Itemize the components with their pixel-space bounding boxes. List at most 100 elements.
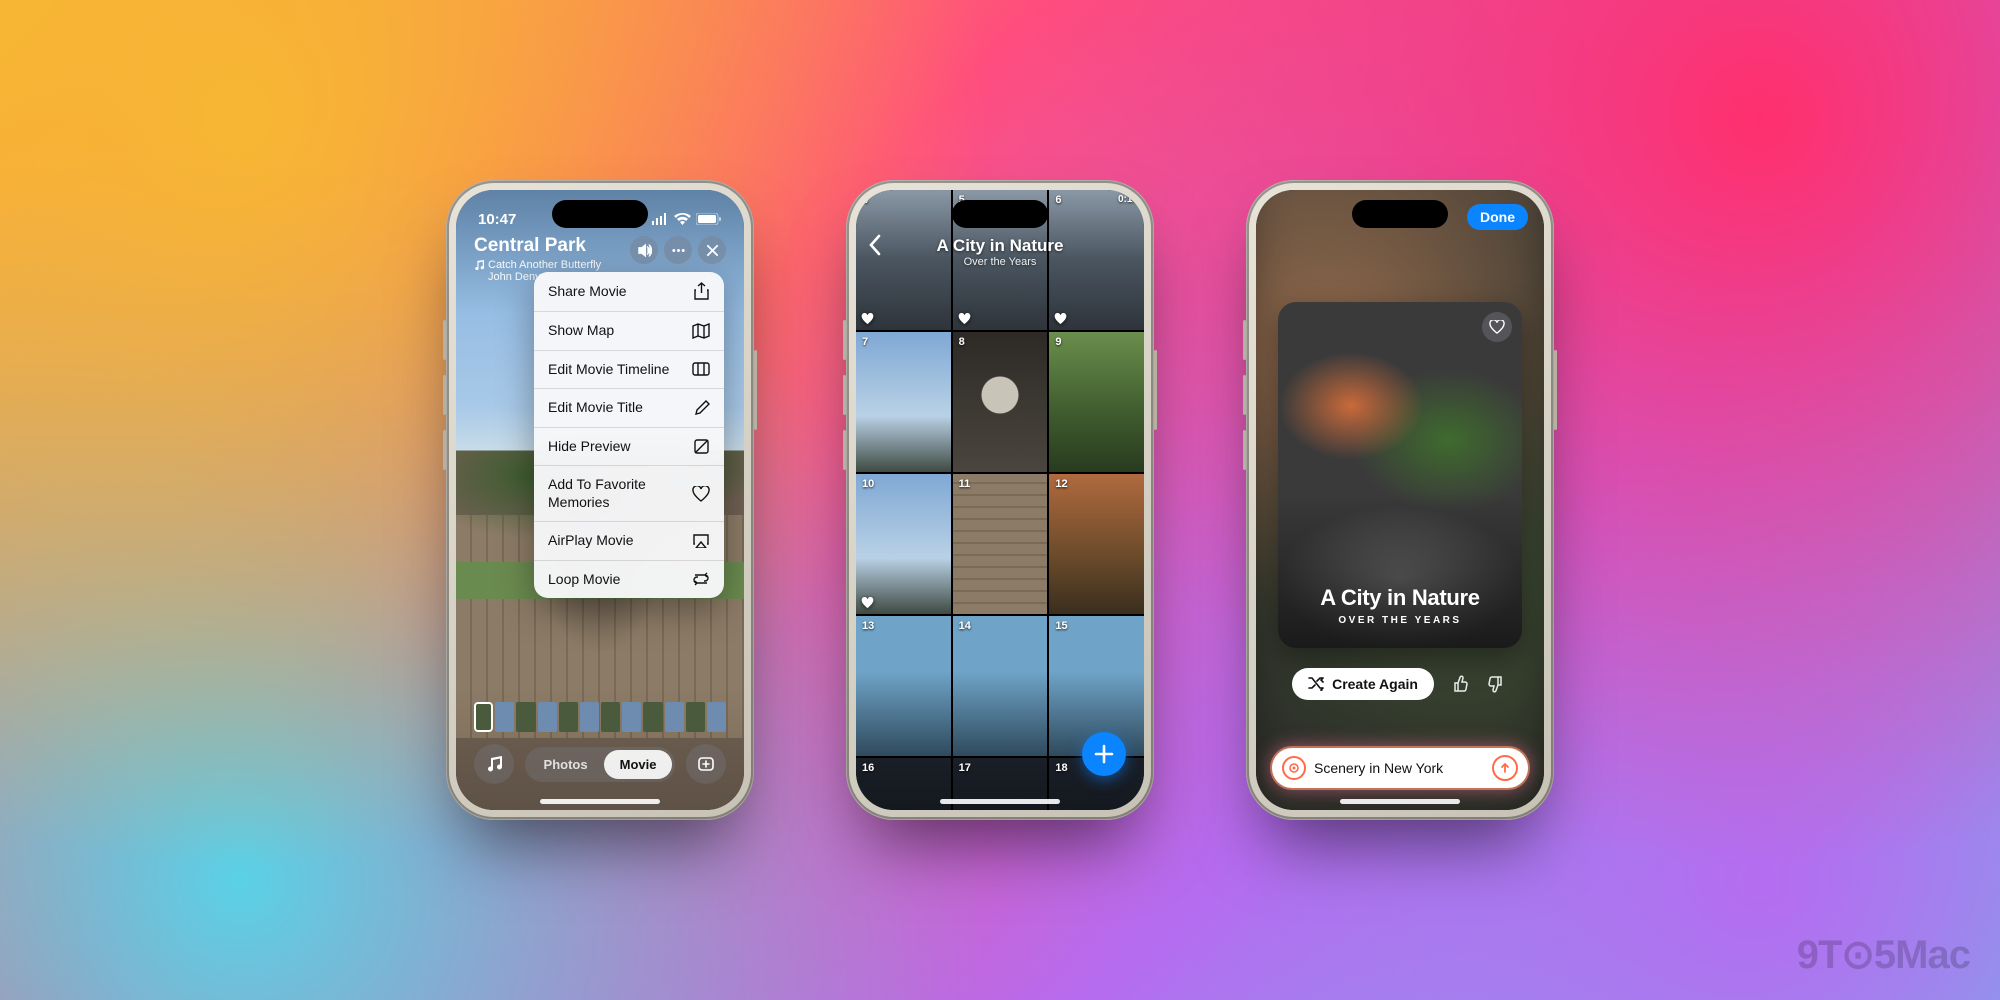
heart-icon: [1489, 320, 1505, 334]
menu-show-map[interactable]: Show Map: [534, 312, 724, 351]
favorite-button[interactable]: [1482, 312, 1512, 342]
phone-photo-grid: 4560:16789101112131415161718 A City in N…: [846, 180, 1154, 820]
photo-cell[interactable]: 14: [953, 616, 1048, 756]
mute-button[interactable]: [630, 236, 658, 264]
photo-cell[interactable]: 9: [1049, 332, 1144, 472]
map-icon: [692, 323, 710, 339]
photo-index: 7: [862, 336, 868, 348]
photo-cell[interactable]: 16: [856, 758, 951, 810]
music-note-icon: [474, 260, 484, 270]
photo-cell[interactable]: 11: [953, 474, 1048, 614]
menu-loop[interactable]: Loop Movie: [534, 561, 724, 599]
watermark: 9T⊙5Mac: [1797, 932, 1970, 978]
memory-timeline[interactable]: [474, 702, 726, 732]
menu-edit-title[interactable]: Edit Movie Title: [534, 389, 724, 428]
back-button[interactable]: [868, 234, 882, 256]
status-indicators: [651, 213, 722, 225]
shuffle-icon: [1308, 677, 1324, 691]
share-button[interactable]: [686, 744, 726, 784]
music-button[interactable]: [474, 744, 514, 784]
photo-index: 9: [1055, 336, 1061, 348]
thumbs-down-icon: [1486, 675, 1504, 693]
memory-card-title-block: A City in Nature OVER THE YEARS: [1278, 585, 1522, 626]
timeline-icon: [692, 362, 710, 376]
share-icon: [693, 282, 710, 301]
share-sheet-icon: [697, 756, 715, 772]
heart-filled-icon: [958, 313, 971, 325]
status-time: 10:47: [478, 211, 516, 228]
home-indicator[interactable]: [540, 799, 660, 804]
phone-memory-movie: 10:47 Central Park Catch Another Butterf…: [446, 180, 754, 820]
memory-card-subtitle: OVER THE YEARS: [1278, 615, 1522, 626]
photo-index: 12: [1055, 478, 1067, 490]
photo-cell[interactable]: 12: [1049, 474, 1144, 614]
memory-preview-card[interactable]: A City in Nature OVER THE YEARS: [1278, 302, 1522, 648]
photo-index: 6: [1055, 194, 1061, 206]
home-indicator[interactable]: [1340, 799, 1460, 804]
thumbs-up-button[interactable]: [1448, 671, 1474, 697]
photo-cell[interactable]: 7: [856, 332, 951, 472]
screen: 10:47 Central Park Catch Another Butterf…: [456, 190, 744, 810]
hide-icon: [693, 438, 710, 455]
timeline-thumb[interactable]: [601, 702, 620, 732]
memory-title: Central Park: [474, 236, 630, 257]
arrow-up-icon: [1499, 762, 1511, 774]
plus-icon: [1093, 743, 1115, 765]
photo-cell[interactable]: 10: [856, 474, 951, 614]
prompt-text[interactable]: Scenery in New York: [1314, 760, 1492, 776]
timeline-thumb[interactable]: [707, 702, 726, 732]
intelligence-icon: [1282, 756, 1306, 780]
photo-index: 17: [959, 762, 971, 774]
loop-icon: [692, 572, 710, 586]
prompt-input-bar[interactable]: Scenery in New York: [1272, 748, 1528, 788]
photo-index: 16: [862, 762, 874, 774]
airplay-icon: [692, 533, 710, 548]
create-again-button[interactable]: Create Again: [1292, 668, 1434, 700]
timeline-thumb[interactable]: [474, 702, 493, 732]
timeline-thumb[interactable]: [495, 702, 514, 732]
favorite-badge: [861, 597, 874, 609]
timeline-thumb[interactable]: [686, 702, 705, 732]
photo-index: 13: [862, 620, 874, 632]
timeline-thumb[interactable]: [643, 702, 662, 732]
favorite-badge: [1054, 313, 1067, 325]
screen: 4560:16789101112131415161718 A City in N…: [856, 190, 1144, 810]
add-photos-button[interactable]: [1082, 732, 1126, 776]
menu-share-movie[interactable]: Share Movie: [534, 272, 724, 312]
photo-grid[interactable]: 4560:16789101112131415161718: [856, 190, 1144, 810]
menu-add-favorite[interactable]: Add To Favorite Memories: [534, 466, 724, 522]
submit-button[interactable]: [1492, 755, 1518, 781]
photo-cell[interactable]: 8: [953, 332, 1048, 472]
photo-cell[interactable]: 4: [856, 190, 951, 330]
photo-index: 8: [959, 336, 965, 348]
thumbs-down-button[interactable]: [1482, 671, 1508, 697]
done-button[interactable]: Done: [1467, 204, 1528, 230]
segment-photos[interactable]: Photos: [528, 750, 604, 779]
timeline-thumb[interactable]: [665, 702, 684, 732]
menu-hide-preview[interactable]: Hide Preview: [534, 428, 724, 467]
more-button[interactable]: [664, 236, 692, 264]
heart-filled-icon: [1054, 313, 1067, 325]
photo-cell[interactable]: 13: [856, 616, 951, 756]
timeline-thumb[interactable]: [538, 702, 557, 732]
dynamic-island: [1352, 200, 1448, 228]
photo-index: 4: [862, 194, 868, 206]
home-indicator[interactable]: [940, 799, 1060, 804]
timeline-thumb[interactable]: [516, 702, 535, 732]
menu-airplay[interactable]: AirPlay Movie: [534, 522, 724, 561]
timeline-thumb[interactable]: [559, 702, 578, 732]
segment-movie[interactable]: Movie: [604, 750, 673, 779]
dynamic-island: [952, 200, 1048, 228]
photo-cell[interactable]: 60:16: [1049, 190, 1144, 330]
close-button[interactable]: [698, 236, 726, 264]
cellular-icon: [651, 213, 669, 225]
favorite-badge: [861, 313, 874, 325]
timeline-thumb[interactable]: [580, 702, 599, 732]
menu-edit-timeline[interactable]: Edit Movie Timeline: [534, 351, 724, 390]
view-mode-segment: Photos Movie: [525, 747, 676, 782]
photo-index: 11: [959, 478, 971, 490]
battery-icon: [696, 213, 722, 225]
timeline-thumb[interactable]: [622, 702, 641, 732]
now-playing-song[interactable]: Catch Another Butterfly: [474, 259, 630, 271]
chevron-left-icon: [868, 234, 882, 256]
